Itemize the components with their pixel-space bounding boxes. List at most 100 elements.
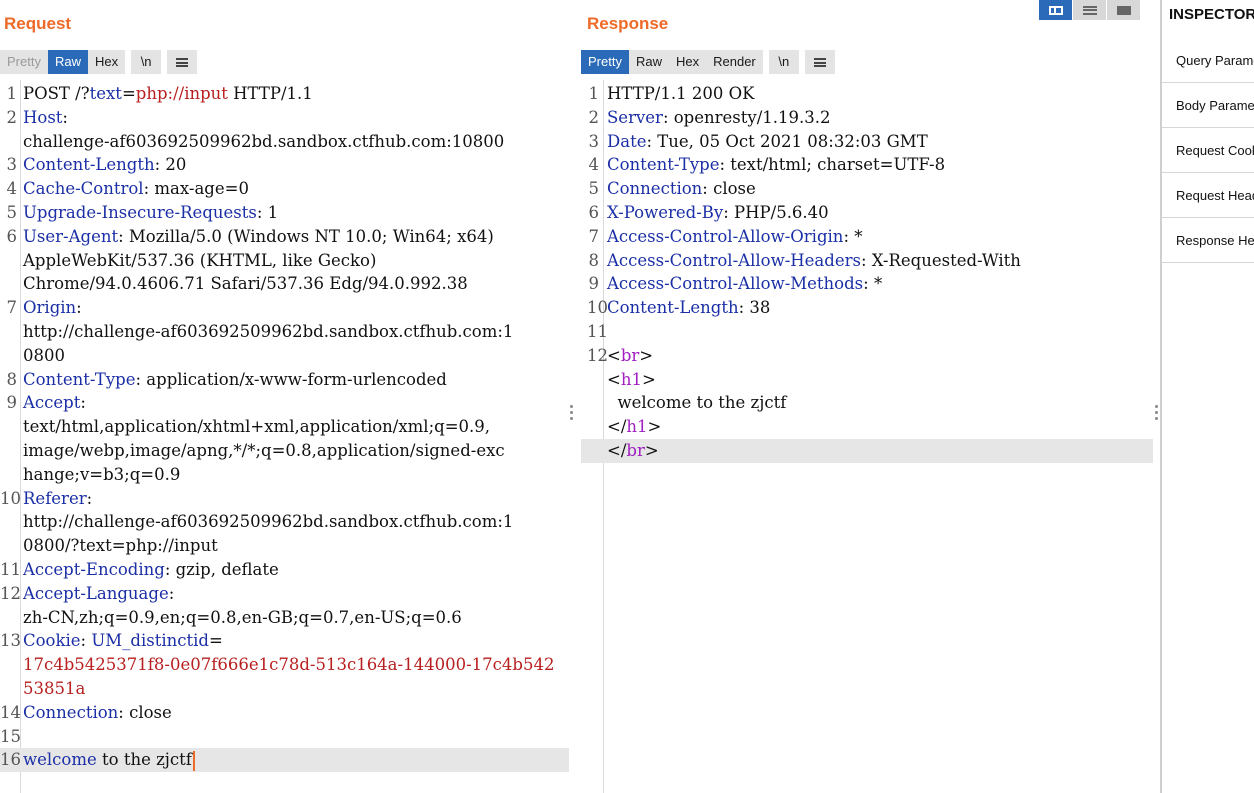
request-tab-hex[interactable]: Hex bbox=[87, 50, 126, 74]
request-code-line[interactable]: 53851a bbox=[0, 677, 569, 701]
inspector-query-parameters[interactable]: Query Parameters bbox=[1162, 38, 1254, 83]
response-code-line[interactable]: 9 Access-Control-Allow-Methods: * bbox=[581, 272, 1153, 296]
response-code-line[interactable]: 3 Date: Tue, 05 Oct 2021 08:32:03 GMT bbox=[581, 130, 1153, 154]
token-text: : Tue, 05 Oct 2021 08:32:03 GMT bbox=[646, 131, 928, 151]
hamburger-menu-icon bbox=[176, 58, 189, 68]
request-code-line[interactable]: 2 Host: bbox=[0, 106, 569, 130]
response-code-line[interactable]: 8 Access-Control-Allow-Headers: X-Request… bbox=[581, 249, 1153, 273]
token-text: = bbox=[121, 84, 136, 103]
response-code-line[interactable]: </br> bbox=[581, 438, 1153, 463]
response-code-line[interactable]: </h1> bbox=[581, 415, 1153, 439]
response-newline-toggle[interactable]: \n bbox=[768, 50, 799, 74]
request-code-line[interactable]: 17c4b5425371f8-0e07f666e1c78d-513c164a-1… bbox=[0, 653, 569, 677]
token-key: welcome bbox=[23, 750, 97, 770]
request-code-line[interactable]: 14 Connection: close bbox=[0, 701, 569, 725]
response-code-line[interactable]: <h1> bbox=[581, 368, 1153, 392]
request-tab-raw[interactable]: Raw bbox=[47, 50, 88, 74]
request-code-line[interactable]: 7 Origin: bbox=[0, 296, 569, 320]
line-text: http://challenge-af603692509962bd.sandbo… bbox=[23, 510, 513, 534]
request-code-line[interactable]: Chrome/94.0.4606.71 Safari/537.36 Edg/94… bbox=[0, 272, 569, 296]
hamburger-menu-icon bbox=[813, 58, 826, 68]
inspector-response-headers[interactable]: Response Headers bbox=[1162, 218, 1254, 263]
request-code-line[interactable]: http://challenge-af603692509962bd.sandbo… bbox=[0, 320, 569, 344]
response-code-line[interactable]: 7 Access-Control-Allow-Origin: * bbox=[581, 225, 1153, 249]
response-code-line[interactable]: 6 X-Powered-By: PHP/5.6.40 bbox=[581, 201, 1153, 225]
token-text: > bbox=[639, 345, 654, 365]
token-key: X-Powered-By bbox=[607, 202, 724, 222]
request-code-line[interactable]: zh-CN,zh;q=0.9,en;q=0.8,en-GB;q=0.7,en-U… bbox=[0, 606, 569, 630]
request-code-line[interactable]: 0800 bbox=[0, 344, 569, 368]
request-code-line[interactable]: 8 Content-Type: application/x-www-form-ur… bbox=[0, 368, 569, 392]
inspector-resize-handle-icon[interactable] bbox=[1155, 405, 1159, 423]
request-code-line[interactable]: 16 welcome to the zjctf bbox=[0, 748, 569, 773]
line-number: 5 bbox=[6, 202, 18, 222]
request-code-line[interactable]: AppleWebKit/537.36 (KHTML, like Gecko) bbox=[0, 249, 569, 273]
line-number: 7 bbox=[6, 298, 18, 318]
token-text: : text/html; charset=UTF-8 bbox=[719, 155, 946, 175]
request-code-line[interactable]: challenge-af603692509962bd.sandbox.ctfhu… bbox=[0, 130, 569, 154]
request-tab-pretty[interactable]: Pretty bbox=[0, 50, 48, 74]
line-number: 12 bbox=[587, 345, 608, 365]
response-code-line[interactable]: 5 Connection: close bbox=[581, 177, 1153, 201]
request-code-line[interactable]: 0800/?text=php://input bbox=[0, 534, 569, 558]
response-code-line[interactable]: 11 bbox=[581, 320, 1153, 344]
response-tab-render[interactable]: Render bbox=[706, 50, 763, 74]
request-code-line[interactable]: 15 bbox=[0, 725, 569, 749]
response-options-menu-button[interactable] bbox=[804, 50, 835, 74]
request-code-line[interactable]: 1 POST /?text=php://input HTTP/1.1 bbox=[0, 82, 569, 106]
response-code-line[interactable]: 2 Server: openresty/1.19.3.2 bbox=[581, 106, 1153, 130]
request-code-line[interactable]: 3 Content-Length: 20 bbox=[0, 153, 569, 177]
pane-resize-handle-icon[interactable] bbox=[570, 405, 574, 423]
request-code-line[interactable]: text/html,application/xhtml+xml,applicat… bbox=[0, 415, 569, 439]
request-code-line[interactable]: 12 Accept-Language: bbox=[0, 582, 569, 606]
request-code-line[interactable]: 10 Referer: bbox=[0, 487, 569, 511]
token-text: text/html,application/xhtml+xml,applicat… bbox=[23, 417, 491, 437]
line-text: Access-Control-Allow-Methods: * bbox=[607, 272, 882, 296]
inspector-request-cookies[interactable]: Request Cookies bbox=[1162, 128, 1254, 173]
line-text: HTTP/1.1 200 OK bbox=[607, 82, 754, 106]
request-code-line[interactable]: 9 Accept: bbox=[0, 391, 569, 415]
request-newline-toggle[interactable]: \n bbox=[131, 50, 162, 74]
response-tab-hex[interactable]: Hex bbox=[668, 50, 707, 74]
layout-tabs-button[interactable] bbox=[1107, 0, 1140, 20]
line-number: 1 bbox=[588, 84, 600, 103]
response-code-line[interactable]: 12 <br> bbox=[581, 344, 1153, 368]
layout-side-by-side-button[interactable] bbox=[1039, 0, 1072, 20]
token-text: : gzip, deflate bbox=[164, 559, 279, 579]
line-number: 14 bbox=[0, 702, 21, 722]
response-code-line[interactable]: 1 HTTP/1.1 200 OK bbox=[581, 82, 1153, 106]
request-code-line[interactable]: 13 Cookie: UM_distinctid= bbox=[0, 629, 569, 653]
inspector-body-parameters[interactable]: Body Parameters bbox=[1162, 83, 1254, 128]
response-code-area[interactable]: 1 HTTP/1.1 200 OK 2 Server: openresty/1.19.… bbox=[581, 82, 1153, 463]
request-code-line[interactable]: http://challenge-af603692509962bd.sandbo… bbox=[0, 510, 569, 534]
token-key: Server bbox=[607, 107, 663, 127]
request-code-area[interactable]: 1 POST /?text=php://input HTTP/1.1 2 Host: c… bbox=[0, 82, 569, 773]
request-code-line[interactable]: 5 Upgrade-Insecure-Requests: 1 bbox=[0, 201, 569, 225]
token-key: Access-Control-Allow-Methods bbox=[607, 274, 864, 294]
request-code-line[interactable]: image/webp,image/apng,*/*;q=0.8,applicat… bbox=[0, 439, 569, 463]
response-code-line[interactable]: welcome to the zjctf bbox=[581, 391, 1153, 415]
line-text: Content-Length: 20 bbox=[23, 153, 186, 177]
token-text: : openresty/1.19.3.2 bbox=[662, 107, 831, 127]
token-key: Content-Length bbox=[607, 298, 739, 318]
request-code-line[interactable]: 6 User-Agent: Mozilla/5.0 (Windows NT 10.… bbox=[0, 225, 569, 249]
token-key: Connection bbox=[23, 702, 119, 722]
line-number: 2 bbox=[6, 107, 18, 127]
line-number: 6 bbox=[588, 202, 600, 222]
request-code-line[interactable]: 4 Cache-Control: max-age=0 bbox=[0, 177, 569, 201]
response-tab-pretty[interactable]: Pretty bbox=[581, 50, 629, 74]
line-text: text/html,application/xhtml+xml,applicat… bbox=[23, 415, 490, 439]
token-tag: br bbox=[620, 345, 640, 365]
line-number: 15 bbox=[0, 726, 21, 746]
inspector-request-headers[interactable]: Request Headers bbox=[1162, 173, 1254, 218]
request-options-menu-button[interactable] bbox=[167, 50, 198, 74]
response-code-line[interactable]: 10 Content-Length: 38 bbox=[581, 296, 1153, 320]
response-code-line[interactable]: 4 Content-Type: text/html; charset=UTF-8 bbox=[581, 153, 1153, 177]
request-code-line[interactable]: hange;v=b3;q=0.9 bbox=[0, 463, 569, 487]
layout-stacked-button[interactable] bbox=[1073, 0, 1106, 20]
response-tab-raw[interactable]: Raw bbox=[628, 50, 669, 74]
token-text: : 20 bbox=[154, 155, 187, 175]
request-code-line[interactable]: 11 Accept-Encoding: gzip, deflate bbox=[0, 558, 569, 582]
token-text: : close bbox=[118, 702, 172, 722]
token-text: http://challenge-af603692509962bd.sandbo… bbox=[23, 512, 514, 532]
